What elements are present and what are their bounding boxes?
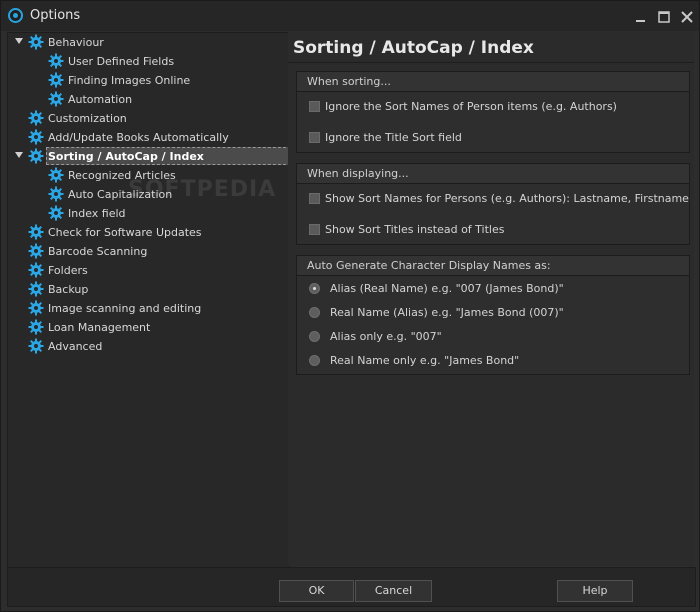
title-divider [288, 62, 694, 63]
gear-icon [48, 167, 64, 183]
gear-icon [48, 205, 64, 221]
tree-item-customization[interactable]: Customization [8, 109, 286, 128]
sorting-group-header: When sorting... [297, 72, 689, 92]
displaying-group-title: When displaying... [307, 167, 409, 180]
tree-item-auto-capitalization[interactable]: Auto Capitalization [8, 185, 286, 204]
tree-item-label: User Defined Fields [68, 55, 175, 68]
tree-item-index-field[interactable]: Index field [8, 204, 286, 223]
show-sort-titles-checkbox[interactable] [309, 224, 320, 235]
title-bar: Options [1, 1, 699, 31]
close-icon[interactable] [681, 11, 693, 23]
cancel-button[interactable]: Cancel [355, 580, 432, 602]
expand-arrow-icon[interactable] [14, 150, 24, 160]
tree-item-automation[interactable]: Automation [8, 90, 286, 109]
tree-item-sorting-autocap-index[interactable]: Sorting / AutoCap / Index [8, 147, 286, 166]
dialog-footer: OK Cancel Help [7, 567, 696, 607]
tree-item-label: Behaviour [48, 36, 104, 49]
gear-icon [28, 319, 44, 335]
gear-icon [48, 53, 64, 69]
show-sort-titles-label[interactable]: Show Sort Titles instead of Titles [325, 223, 505, 236]
tree-item-add-update-books-automatically[interactable]: Add/Update Books Automatically [8, 128, 286, 147]
autogen-group-header: Auto Generate Character Display Names as… [297, 256, 689, 276]
gear-icon [48, 72, 64, 88]
options-window: Options SOFTPEDIA Behaviour User Defined … [0, 0, 700, 612]
gear-icon [28, 262, 44, 278]
show-sort-names-label[interactable]: Show Sort Names for Persons (e.g. Author… [325, 192, 689, 205]
tree-item-label: Automation [68, 93, 133, 106]
tree-item-label: Add/Update Books Automatically [48, 131, 229, 144]
alias-real-name-radio[interactable] [309, 283, 320, 294]
gear-icon [28, 300, 44, 316]
ignore-sort-names-label[interactable]: Ignore the Sort Names of Person items (e… [325, 100, 617, 113]
gear-icon [28, 224, 44, 240]
tree-item-label: Image scanning and editing [48, 302, 202, 315]
ok-button[interactable]: OK [279, 580, 354, 602]
real-name-only-label[interactable]: Real Name only e.g. "James Bond" [330, 354, 519, 367]
wrench-gear-icon [28, 148, 44, 164]
tree-item-label: Folders [48, 264, 88, 277]
tree-item-image-scanning-and-editing[interactable]: Image scanning and editing [8, 299, 286, 318]
gear-icon [28, 338, 44, 354]
expand-arrow-icon[interactable] [14, 36, 24, 46]
tree-item-label: Finding Images Online [68, 74, 191, 87]
tree-item-label: Customization [48, 112, 127, 125]
tree-item-label: Auto Capitalization [68, 188, 173, 201]
gear-icon [28, 34, 44, 50]
tree-item-behaviour[interactable]: Behaviour [8, 33, 286, 52]
gear-icon [28, 129, 44, 145]
ignore-sort-names-checkbox[interactable] [309, 101, 320, 112]
tree-item-label: Sorting / AutoCap / Index [48, 150, 204, 163]
gear-icon [48, 186, 64, 202]
sorting-group: When sorting... Ignore the Sort Names of… [296, 71, 690, 153]
tree-item-folders[interactable]: Folders [8, 261, 286, 280]
options-tree: SOFTPEDIA Behaviour User Defined Fields Fi… [7, 32, 291, 568]
tree-item-label: Barcode Scanning [48, 245, 148, 258]
tree-item-label: Index field [68, 207, 126, 220]
tree-item-loan-management[interactable]: Loan Management [8, 318, 286, 337]
minimize-icon[interactable] [635, 11, 647, 23]
gear-icon [28, 281, 44, 297]
alias-only-radio[interactable] [309, 331, 320, 342]
ignore-title-sort-checkbox[interactable] [309, 132, 320, 143]
show-sort-names-checkbox[interactable] [309, 193, 320, 204]
autogen-group-title: Auto Generate Character Display Names as… [307, 259, 551, 272]
alias-only-label[interactable]: Alias only e.g. "007" [330, 330, 442, 343]
app-logo-icon [8, 8, 23, 23]
gear-icon [48, 91, 64, 107]
tree-item-label: Recognized Articles [68, 169, 176, 182]
tree-item-backup[interactable]: Backup [8, 280, 286, 299]
tree-item-recognized-articles[interactable]: Recognized Articles [8, 166, 286, 185]
tree-item-label: Check for Software Updates [48, 226, 202, 239]
page-title: Sorting / AutoCap / Index [293, 38, 534, 58]
ignore-title-sort-label[interactable]: Ignore the Title Sort field [325, 131, 462, 144]
tree-item-label: Loan Management [48, 321, 151, 334]
settings-pane: Sorting / AutoCap / Index When sorting..… [288, 32, 694, 566]
real-name-only-radio[interactable] [309, 355, 320, 366]
window-title: Options [30, 8, 81, 23]
alias-real-name-label[interactable]: Alias (Real Name) e.g. "007 (James Bond)… [330, 282, 564, 295]
tree-item-advanced[interactable]: Advanced [8, 337, 286, 356]
gear-icon [28, 243, 44, 259]
gear-icon [28, 110, 44, 126]
tree-item-user-defined-fields[interactable]: User Defined Fields [8, 52, 286, 71]
real-name-alias-label[interactable]: Real Name (Alias) e.g. "James Bond (007)… [330, 306, 564, 319]
tree-item-label: Backup [48, 283, 89, 296]
displaying-group: When displaying... Show Sort Names for P… [296, 163, 690, 245]
tree-item-barcode-scanning[interactable]: Barcode Scanning [8, 242, 286, 261]
displaying-group-header: When displaying... [297, 164, 689, 184]
help-button[interactable]: Help [557, 580, 633, 602]
sorting-group-title: When sorting... [307, 75, 391, 88]
autogen-group: Auto Generate Character Display Names as… [296, 255, 690, 375]
tree-item-finding-images-online[interactable]: Finding Images Online [8, 71, 286, 90]
real-name-alias-radio[interactable] [309, 307, 320, 318]
tree-item-label: Advanced [48, 340, 103, 353]
maximize-icon[interactable] [658, 11, 670, 23]
tree-item-check-for-software-updates[interactable]: Check for Software Updates [8, 223, 286, 242]
